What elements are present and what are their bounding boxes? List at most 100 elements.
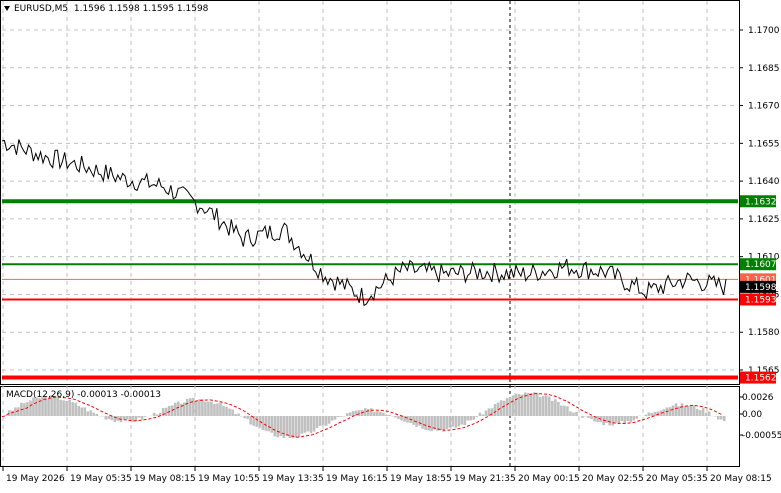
macd-histogram-bar [292, 416, 295, 438]
macd-histogram-bar [26, 402, 29, 416]
macd-histogram-bar [83, 407, 86, 416]
macd-histogram-bar [237, 413, 240, 416]
level-label-current: 1.1598 [745, 283, 777, 293]
macd-histogram-bar [210, 401, 213, 416]
macd-histogram-bar [581, 416, 584, 418]
macd-histogram-bar [328, 416, 331, 424]
macd-histogram-bar [274, 416, 277, 436]
macd-histogram-bar [86, 411, 89, 416]
macd-histogram-bar [216, 403, 219, 416]
macd-histogram-bar [207, 402, 210, 416]
macd-histogram-bar [234, 414, 237, 416]
macd-histogram-bar [89, 410, 92, 416]
price-tick-label: 1.1700 [748, 26, 780, 36]
macd-histogram-bar [678, 406, 681, 416]
macd-histogram-bar [560, 406, 563, 416]
macd-histogram-bar [723, 416, 726, 421]
macd-histogram-bar [222, 406, 225, 416]
macd-histogram-bar [539, 397, 542, 416]
macd-histogram-bar [512, 395, 515, 416]
macd-histogram-bar [554, 399, 557, 416]
macd-histogram-bar [482, 414, 485, 416]
time-tick-label: 20 May 02:55 [582, 474, 644, 484]
macd-histogram-bar [527, 393, 530, 416]
macd-histogram-bar [322, 416, 325, 425]
macd-histogram-bar [198, 399, 201, 416]
macd-histogram-bar [430, 416, 433, 431]
macd-histogram-bar [461, 416, 464, 425]
macd-histogram-bar [307, 416, 310, 431]
macd-histogram-bar [533, 392, 536, 416]
macd-histogram-bar [195, 401, 198, 416]
macd-histogram-bar [545, 395, 548, 416]
macd-histogram-bar [587, 416, 590, 418]
macd-histogram-bar [346, 413, 349, 416]
macd-label: MACD(12,26,9) [6, 390, 74, 400]
chart-canvas[interactable]: 1.17001.16851.16701.16551.16401.16251.16… [0, 0, 781, 489]
macd-axis: 0.00260.00-0.00055 [739, 393, 781, 441]
macd-histogram-bar [699, 410, 702, 416]
macd-histogram-bar [373, 412, 376, 416]
macd-histogram-bar [62, 400, 65, 416]
price-tick-label: 1.1655 [748, 139, 780, 149]
macd-histogram-bar [289, 416, 292, 438]
macd-histogram-bar [515, 394, 518, 416]
price-tick-label: 1.1640 [748, 177, 780, 187]
macd-histogram-bar [451, 416, 454, 427]
macd-histogram-bar [228, 409, 231, 416]
macd-histogram-bar [313, 416, 316, 432]
macd-histogram-bar [283, 416, 286, 438]
macd-histogram-bar [186, 399, 189, 416]
macd-histogram-bar [349, 412, 352, 416]
macd-histogram-bar [355, 411, 358, 416]
macd-tick-label: -0.00055 [742, 431, 781, 441]
macd-tick-label: 0.0026 [742, 393, 774, 403]
macd-histogram-bar [485, 410, 488, 416]
macd-histogram-bar [77, 406, 80, 416]
macd-histogram-bar [111, 416, 114, 420]
symbol-label: EURUSD,M5 [14, 4, 68, 14]
macd-histogram-bar [572, 413, 575, 416]
macd-histogram-bar [23, 403, 26, 416]
level-label-green-upper: 1.1632 [745, 197, 777, 207]
macd-histogram-bar [5, 415, 8, 416]
macd-histogram-bar [696, 409, 699, 416]
chart-window[interactable]: 1.17001.16851.16701.16551.16401.16251.16… [0, 0, 781, 489]
macd-histogram-bar [183, 402, 186, 416]
macd-histogram-bar [108, 416, 111, 419]
dropdown-triangle-icon[interactable] [4, 6, 10, 11]
macd-histogram-bar [626, 416, 629, 421]
macd-histogram-bar [708, 412, 711, 416]
macd-histogram-bar [424, 416, 427, 430]
level-label-red-mid: 1.1593 [745, 295, 777, 305]
price-tick-label: 1.1580 [748, 328, 780, 338]
macd-histogram-bar [427, 416, 430, 430]
macd-histogram-bar [623, 416, 626, 424]
time-tick-label: 19 May 08:15 [134, 474, 196, 484]
macd-histogram-bar [225, 407, 228, 416]
macd-histogram-bar [340, 416, 343, 417]
time-tick-label: 19 May 10:55 [198, 474, 260, 484]
macd-histogram-bar [358, 410, 361, 416]
macd-histogram-bar [590, 416, 593, 419]
macd-histogram-bar [403, 416, 406, 422]
macd-histogram-bar [509, 397, 512, 416]
macd-histogram-bar [669, 407, 672, 416]
macd-histogram-bar [458, 416, 461, 426]
macd-histogram-bar [192, 398, 195, 416]
macd-histogram-bar [385, 415, 388, 416]
macd-histogram-bar [65, 401, 68, 416]
macd-histogram-bar [264, 416, 267, 431]
macd-histogram-bar [418, 416, 421, 426]
macd-histogram-bar [126, 416, 129, 419]
macd-histogram-bar [690, 406, 693, 416]
time-tick-label: 19 May 16:15 [326, 474, 388, 484]
macd-histogram-bar [204, 402, 207, 416]
macd-histogram-bar [367, 409, 370, 416]
macd-histogram-bar [636, 416, 639, 419]
macd-histogram-bar [35, 398, 38, 416]
macd-histogram-bar [8, 410, 11, 416]
macd-histogram-bar [605, 416, 608, 423]
macd-histogram-bar [439, 416, 442, 430]
macd-histogram-bar [29, 400, 32, 416]
